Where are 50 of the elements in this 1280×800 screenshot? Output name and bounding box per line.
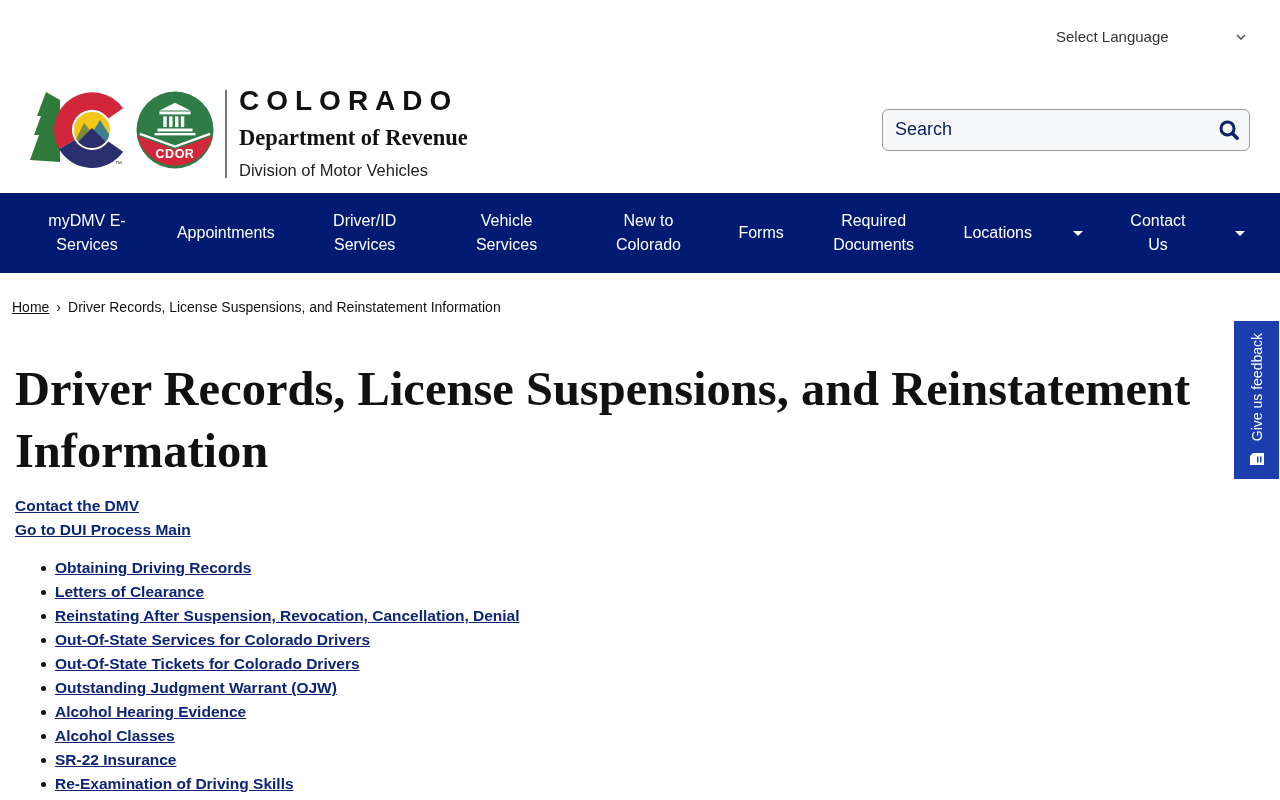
seal-label: CDOR — [155, 146, 195, 161]
page-title: Driver Records, License Suspensions, and Reinstatement Information — [15, 361, 1192, 479]
bullet-icon — [41, 637, 46, 643]
nav-link[interactable]: Driver/ID Services — [312, 209, 417, 257]
topic-link[interactable]: Re-Examination of Driving Skills — [55, 772, 294, 796]
language-select[interactable]: Select Language — [1048, 22, 1254, 52]
nav-link[interactable]: Vehicle Services — [454, 209, 559, 257]
feedback-tab[interactable]: Give us feedback — [1234, 321, 1279, 479]
dropdown-toggle[interactable] — [1233, 229, 1246, 237]
caret-icon — [1234, 230, 1245, 236]
topic-link[interactable]: Reinstating After Suspension, Revocation, Cancellation, Denial — [55, 604, 520, 628]
agency-name: COLORADO — [239, 83, 460, 118]
topic-link[interactable]: Outstanding Judgment Warrant (OJW) — [55, 676, 337, 700]
topic-link[interactable]: Obtaining Driving Records — [55, 556, 252, 580]
bullet-icon — [41, 757, 46, 763]
nav-link[interactable]: New to Colorado — [596, 209, 701, 257]
topic-link[interactable]: Out-Of-State Tickets for Colorado Drivers — [55, 652, 360, 676]
nav-link[interactable]: myDMV E-Services — [35, 209, 139, 257]
chevron-icon — [1236, 34, 1246, 40]
nav-link[interactable]: Appointments — [176, 221, 275, 245]
nav-link[interactable]: Contact Us — [1121, 209, 1194, 257]
bullet-icon — [41, 781, 46, 787]
topic-link[interactable]: Alcohol Hearing Evidence — [55, 700, 247, 724]
bullet-icon — [41, 589, 46, 595]
bullet-icon — [41, 613, 46, 619]
quick-link[interactable]: Go to DUI Process Main — [15, 521, 191, 538]
topic-link[interactable]: SR-22 Insurance — [55, 748, 177, 772]
topic-link[interactable]: Out-Of-State Services for Colorado Drivers — [55, 628, 371, 652]
bullet-icon — [41, 685, 46, 691]
nav-link[interactable]: Required Documents — [821, 209, 926, 257]
seal-icon — [136, 90, 214, 169]
division-name: Division of Motor Vehicles — [239, 159, 429, 181]
department-name: Department of Revenue — [239, 123, 468, 152]
search-field[interactable]: Search — [882, 108, 1250, 151]
bullet-icon — [41, 733, 46, 739]
bullet-icon — [41, 709, 46, 715]
bullet-icon — [41, 565, 46, 571]
breadcrumb-link[interactable]: Home — [12, 296, 50, 318]
breadcrumb-separator: › — [56, 298, 62, 317]
nav-link[interactable]: Forms — [738, 221, 784, 245]
feedback-icon — [1249, 453, 1264, 466]
caret-icon — [1073, 230, 1083, 236]
breadcrumb-current: Driver Records, License Suspensions, and Reinstatement Information — [68, 298, 501, 317]
topic-link[interactable]: Letters of Clearance — [55, 580, 205, 604]
topic-link[interactable]: Alcohol Classes — [55, 724, 175, 748]
nav-link[interactable]: Locations — [963, 221, 1032, 245]
search-icon — [1219, 119, 1239, 140]
bullet-icon — [41, 661, 46, 667]
quick-link[interactable]: Contact the DMV — [15, 497, 139, 514]
dropdown-toggle[interactable] — [1072, 229, 1084, 237]
